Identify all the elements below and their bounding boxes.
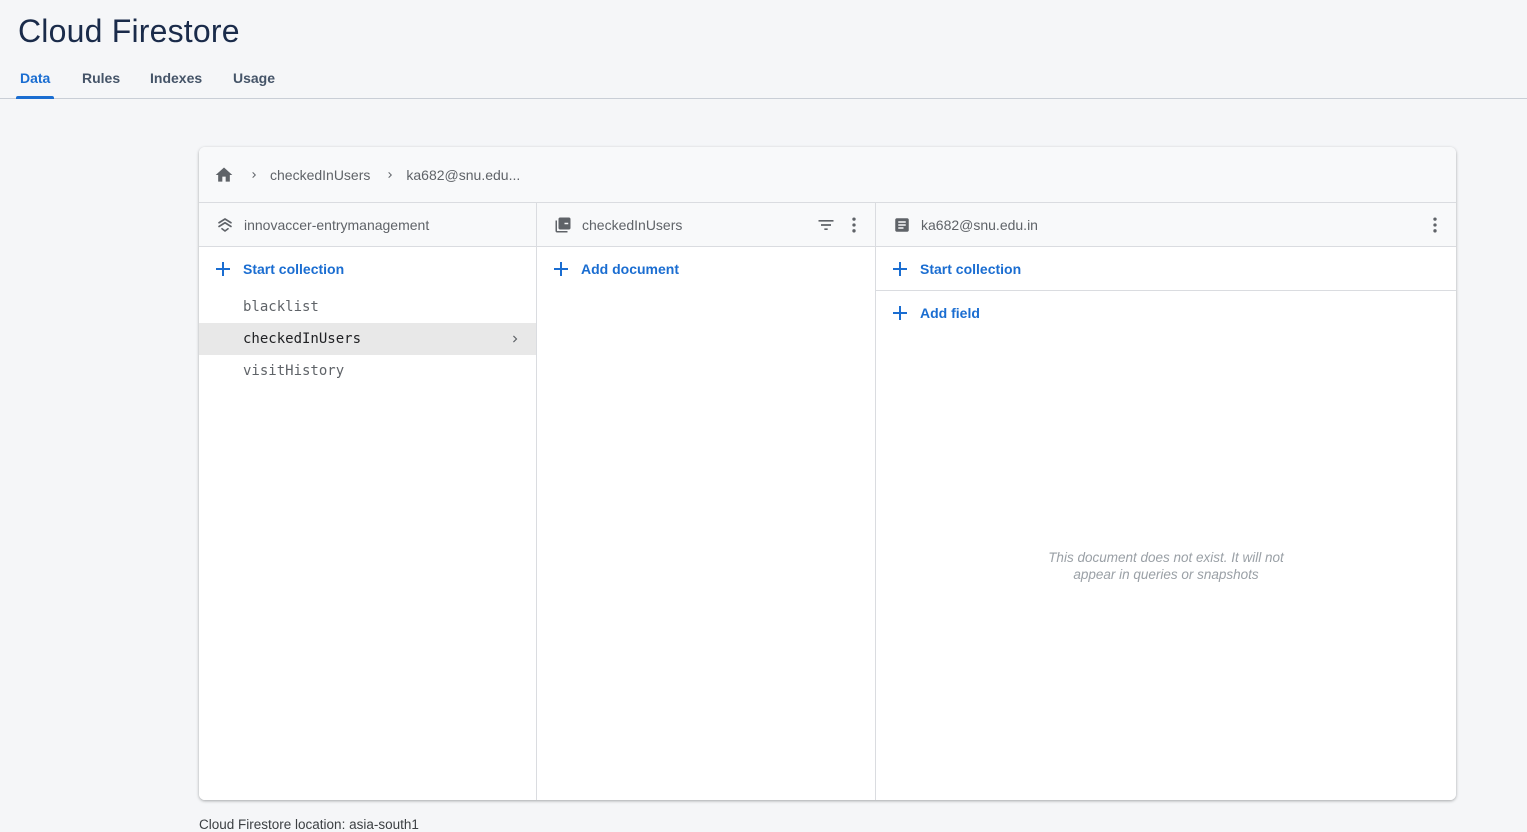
plus-icon (215, 261, 231, 277)
collection-item-visithistory[interactable]: visitHistory (199, 355, 536, 387)
document-id: ka682@snu.edu.in (921, 216, 1038, 233)
document-icon (892, 215, 912, 235)
more-vert-icon[interactable] (1424, 214, 1446, 236)
start-collection-button[interactable]: Start collection (199, 247, 536, 291)
collection-column-header: checkedInUsers (537, 203, 875, 247)
document-column: ka682@snu.edu.in Start collection Add fi… (876, 203, 1456, 800)
document-column-header: ka682@snu.edu.in (876, 203, 1456, 247)
add-field-button[interactable]: Add field (876, 291, 1456, 335)
database-stack-icon (215, 215, 235, 235)
tab-data[interactable]: Data (15, 70, 55, 99)
collection-item-blacklist[interactable]: blacklist (199, 291, 536, 323)
data-panel: checkedInUsers ka682@snu.edu... innovacc… (199, 147, 1456, 800)
add-document-button[interactable]: Add document (537, 247, 875, 291)
start-subcollection-button[interactable]: Start collection (876, 247, 1456, 291)
chevron-right-icon (508, 332, 522, 350)
project-name: innovaccer-entrymanagement (244, 216, 430, 233)
collection-name: checkedInUsers (582, 216, 683, 233)
page-title: Cloud Firestore (18, 13, 240, 49)
tab-bar: Data Rules Indexes Usage (0, 62, 1527, 99)
collection-list: blacklist checkedInUsers visitHistory (199, 291, 536, 387)
collection-icon (553, 215, 573, 235)
tab-rules[interactable]: Rules (82, 70, 120, 98)
collection-column: checkedInUsers Add document (537, 203, 876, 800)
empty-document-message: This document does not exist. It will no… (1048, 550, 1284, 582)
plus-icon (892, 261, 908, 277)
breadcrumb: checkedInUsers ka682@snu.edu... (199, 147, 1456, 203)
tab-indexes[interactable]: Indexes (150, 70, 202, 98)
breadcrumb-collection[interactable]: checkedInUsers (270, 167, 370, 183)
filter-icon[interactable] (815, 214, 837, 236)
home-icon[interactable] (214, 165, 234, 185)
chevron-right-icon (384, 169, 396, 181)
root-column: innovaccer-entrymanagement Start collect… (199, 203, 537, 800)
plus-icon (892, 305, 908, 321)
plus-icon (553, 261, 569, 277)
tab-usage[interactable]: Usage (233, 70, 275, 98)
collection-item-checkedinusers[interactable]: checkedInUsers (199, 323, 536, 355)
root-column-header: innovaccer-entrymanagement (199, 203, 536, 247)
more-vert-icon[interactable] (843, 214, 865, 236)
chevron-right-icon (248, 169, 260, 181)
breadcrumb-document[interactable]: ka682@snu.edu... (406, 167, 520, 183)
